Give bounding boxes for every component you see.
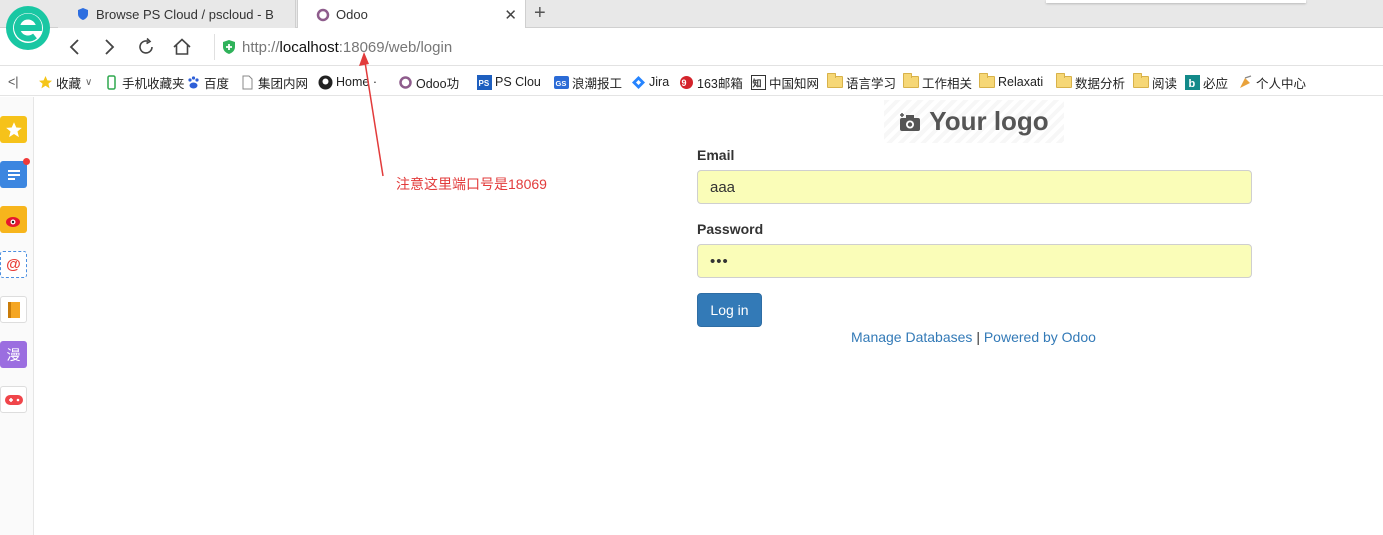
reload-icon	[139, 37, 153, 54]
bookmark-folder-data-analysis[interactable]: 数据分析	[1056, 73, 1125, 91]
svg-text:PS: PS	[479, 79, 490, 88]
bookmark-folder-reading[interactable]: 阅读	[1133, 73, 1177, 91]
user-center-icon	[1240, 74, 1252, 88]
book-icon	[7, 301, 20, 318]
notification-dot	[23, 158, 30, 165]
odoo-icon	[399, 75, 412, 89]
bookmark-user-center[interactable]: 个人中心	[1238, 73, 1306, 91]
news-icon	[7, 169, 20, 180]
bookmark-ps-cloud[interactable]: PS PS Clou	[477, 73, 541, 91]
phone-icon	[107, 74, 116, 90]
svg-text:GS: GS	[556, 79, 567, 88]
sidebar-reading-button[interactable]	[0, 296, 27, 323]
bookmark-folder-relaxation[interactable]: Relaxati	[979, 73, 1043, 91]
star-icon	[5, 121, 22, 137]
annotation-arrow	[359, 52, 384, 177]
odoo-tab-icon	[316, 8, 330, 21]
bookmark-163-mail[interactable]: 9 163邮箱	[679, 73, 743, 91]
forward-button[interactable]	[98, 36, 120, 58]
folder-icon	[1133, 73, 1149, 88]
bookmarks-toggle-button[interactable]: <|	[8, 73, 19, 91]
chevron-down-icon: ∨	[85, 76, 93, 88]
secure-shield-icon	[223, 40, 235, 54]
navigation-bar: http://localhost:18069/web/login	[0, 28, 1383, 66]
cnki-icon: 知	[751, 74, 766, 90]
log-in-button[interactable]: Log in	[697, 293, 762, 327]
baidu-icon	[188, 75, 199, 88]
gs-icon: GS	[554, 75, 569, 89]
close-tab-icon[interactable]: ✕	[504, 6, 517, 24]
bing-icon: b	[1185, 74, 1200, 90]
logo-text: Your logo	[929, 106, 1049, 136]
sidebar-weibo-button[interactable]	[0, 206, 27, 233]
bookmark-baidu[interactable]: 百度	[186, 73, 229, 91]
ps-icon: PS	[477, 74, 492, 90]
tab-title: Odoo	[336, 7, 368, 22]
chevron-left-icon	[69, 39, 79, 55]
email-field[interactable]	[697, 170, 1252, 204]
sidebar: @ 漫	[0, 97, 34, 535]
bookmarks-bar: <| 收藏 ∨ 手机收藏夹 百度 集团内网 Home · Odoo功 PS PS …	[0, 67, 1383, 96]
comics-icon: 漫	[6, 346, 21, 363]
jira-icon	[632, 75, 645, 89]
bookmark-mobile-favorites[interactable]: 手机收藏夹	[104, 73, 185, 91]
tab-strip-overlay	[1046, 0, 1306, 3]
weibo-icon	[5, 216, 20, 227]
tab-browse-ps-cloud[interactable]: Browse PS Cloud / pscloud - B	[58, 0, 296, 28]
bookmark-favorites[interactable]: 收藏 ∨	[38, 73, 92, 91]
sidebar-comics-button[interactable]: 漫	[0, 341, 27, 368]
bookmark-intranet[interactable]: 集团内网	[240, 73, 308, 91]
powered-by-odoo-link[interactable]: Powered by Odoo	[984, 329, 1096, 345]
svg-text:b: b	[1189, 78, 1196, 90]
annotation-text: 注意这里端口号是18069	[396, 176, 547, 192]
gamepad-icon	[4, 394, 23, 405]
manage-databases-link[interactable]: Manage Databases	[851, 329, 972, 345]
url-scheme: http://	[242, 38, 280, 56]
tab-title: Browse PS Cloud / pscloud - B	[96, 6, 274, 22]
star-icon	[39, 75, 52, 88]
github-icon	[318, 75, 333, 89]
chevron-right-icon	[105, 39, 115, 55]
bookmark-bing[interactable]: b 必应	[1185, 73, 1228, 91]
tab-odoo[interactable]: Odoo ✕	[297, 0, 526, 29]
browser-logo-icon[interactable]	[4, 4, 52, 52]
company-logo-placeholder: Your logo	[884, 100, 1064, 143]
email-label: Email	[697, 147, 735, 163]
folder-icon	[903, 73, 919, 88]
camera-plus-icon	[900, 112, 921, 131]
password-label: Password	[697, 221, 764, 237]
back-button[interactable]	[64, 36, 86, 58]
folder-icon	[979, 73, 995, 88]
sidebar-mail-button[interactable]: @	[0, 251, 27, 278]
footer-links: Manage Databases | Powered by Odoo	[851, 329, 1096, 345]
bookmark-jira[interactable]: Jira	[631, 73, 669, 91]
sidebar-favorites-button[interactable]	[0, 116, 27, 143]
svg-text:9: 9	[682, 78, 687, 88]
reload-button[interactable]	[135, 36, 157, 58]
url-host: localhost	[279, 38, 339, 56]
password-field[interactable]	[697, 244, 1252, 278]
bookmark-folder-language[interactable]: 语言学习	[827, 73, 896, 91]
bookmark-cnki[interactable]: 知 中国知网	[751, 73, 819, 91]
home-button[interactable]	[171, 36, 193, 58]
shield-tab-icon	[78, 8, 88, 20]
folder-icon	[1056, 73, 1072, 88]
svg-text:知: 知	[752, 77, 762, 88]
home-icon	[173, 38, 191, 55]
bookmark-odoo[interactable]: Odoo功	[398, 73, 459, 91]
sidebar-news-button[interactable]	[0, 158, 30, 188]
tab-strip: Browse PS Cloud / pscloud - B Odoo ✕ +	[0, 0, 1383, 29]
bookmark-folder-work[interactable]: 工作相关	[903, 73, 972, 91]
bookmark-inspur-report[interactable]: GS 浪潮报工	[554, 73, 622, 91]
163-icon: 9	[680, 75, 693, 89]
new-tab-button[interactable]: +	[534, 2, 546, 25]
at-mail-icon: @	[6, 256, 21, 273]
footer-separator: |	[976, 329, 980, 345]
sidebar-games-button[interactable]	[0, 386, 27, 413]
page-icon	[242, 75, 253, 89]
folder-icon	[827, 73, 843, 88]
